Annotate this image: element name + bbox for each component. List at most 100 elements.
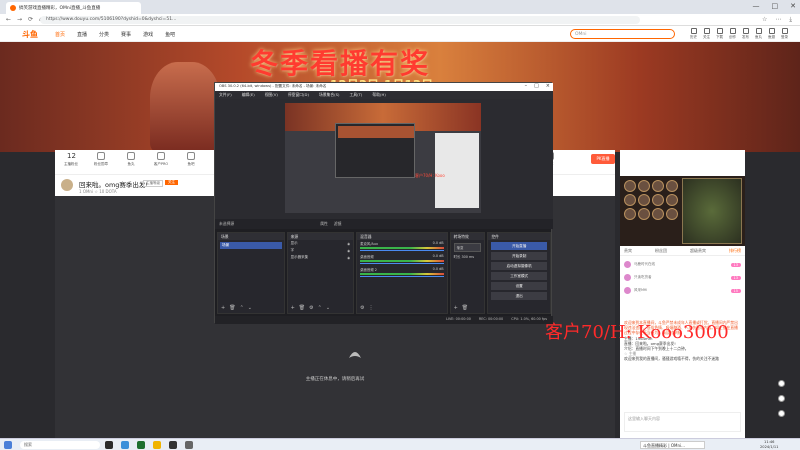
scene-item[interactable]: 场景: [220, 242, 282, 249]
edge-browser-icon[interactable]: [121, 441, 129, 449]
nav-games[interactable]: 游戏: [143, 31, 153, 38]
tab-ranking[interactable]: 排行榜: [729, 248, 741, 254]
tab-super-vip[interactable]: 超级贵宾: [690, 248, 706, 254]
client-pro-button[interactable]: 客户PRO: [151, 152, 171, 167]
minimize-button[interactable]: —: [753, 2, 760, 10]
medal-button[interactable]: 粉丝勋章: [91, 152, 111, 167]
yuwan-task-button[interactable]: 鱼丸: [121, 152, 141, 167]
transition-select[interactable]: 渐变: [453, 243, 482, 252]
taskbar-clock[interactable]: 11:46 2024/1/11: [760, 440, 778, 449]
menu-file[interactable]: 文件(F): [219, 92, 232, 98]
tab-vip[interactable]: 贵宾: [624, 248, 632, 254]
gear-icon[interactable]: ⚙: [309, 305, 313, 311]
volume-slider[interactable]: [360, 276, 444, 277]
start-recording-button[interactable]: 开始录制: [491, 252, 547, 260]
nav-home[interactable]: 首页: [55, 31, 65, 38]
source-row[interactable]: 字 ◉: [288, 247, 354, 254]
nav-live[interactable]: 直播: [77, 31, 87, 38]
exit-button[interactable]: 退出: [491, 292, 547, 300]
nav-events[interactable]: 赛事: [121, 31, 131, 38]
history-button[interactable]: 历史: [690, 28, 697, 40]
source-row[interactable]: 显示器采集 ◉: [288, 254, 354, 261]
download-icon[interactable]: ⤓: [789, 16, 792, 24]
download-button[interactable]: 下载: [716, 28, 723, 40]
menu-scene-collection[interactable]: 场景集合(S): [319, 92, 340, 98]
follow-button[interactable]: 关注: [703, 28, 710, 40]
yuwan-button[interactable]: 鱼丸: [755, 28, 762, 40]
add-icon[interactable]: +: [454, 305, 458, 311]
fans-button[interactable]: 12 主播粉丝: [61, 152, 81, 167]
streamer-avatar[interactable]: [61, 179, 73, 191]
studio-mode-button[interactable]: 工作室模式: [491, 272, 547, 280]
controls-dock: 控件 开始直播 开始录制 启动虚拟摄像机 工作室模式 设置 退出: [487, 232, 551, 314]
back-icon[interactable]: ←: [6, 16, 11, 23]
close-button[interactable]: ✕: [790, 2, 796, 10]
up-icon[interactable]: ⌃: [318, 305, 322, 311]
windows-start-icon[interactable]: [4, 441, 12, 449]
mixer-name: 麦克风/Aux: [360, 242, 378, 246]
scroll-top-icon[interactable]: [778, 410, 785, 417]
filters-button[interactable]: 滤镜: [334, 221, 342, 227]
tab-fanclub[interactable]: 粉丝团: [655, 248, 667, 254]
up-icon[interactable]: ⌃: [240, 305, 244, 311]
menu-view[interactable]: 视图(V): [265, 92, 278, 98]
down-icon[interactable]: ⌄: [326, 305, 330, 311]
yuba-button[interactable]: 鱼吧: [181, 152, 201, 167]
menu-help[interactable]: 帮助(H): [372, 92, 385, 98]
game-thumbnail[interactable]: [620, 176, 745, 246]
taskbar-search[interactable]: 搜索: [20, 441, 100, 449]
settings-button[interactable]: 设置: [491, 282, 547, 290]
task-view-icon[interactable]: [105, 441, 113, 449]
site-logo[interactable]: 斗鱼: [22, 29, 38, 40]
browser-tab[interactable]: 搞笑游戏直播精彩，OMni直播_斗鱼直播: [6, 2, 141, 14]
obs-maximize-button[interactable]: □: [534, 83, 539, 89]
menu-docks[interactable]: 停靠窗口(D): [288, 92, 309, 98]
obs-preview[interactable]: 客户70/H: Kooo: [215, 99, 553, 219]
trash-icon[interactable]: 🗑: [462, 305, 468, 311]
pk-live-button[interactable]: PK直播: [591, 154, 615, 164]
mixer-more-icon[interactable]: ⋮: [369, 305, 374, 311]
yuchi-button[interactable]: 鱼翅: [768, 28, 775, 40]
duration-input[interactable]: 300 ms: [461, 255, 474, 259]
url-input[interactable]: https://www.douyu.com/5106190?dyshid=0&d…: [40, 16, 640, 24]
forward-icon[interactable]: →: [17, 16, 22, 23]
properties-button[interactable]: 属性: [320, 221, 328, 227]
favorite-icon[interactable]: ☆: [762, 16, 767, 24]
obs-icon[interactable]: [169, 441, 177, 449]
mixer-settings-icon[interactable]: ⚙: [360, 305, 364, 311]
create-button[interactable]: 创作: [729, 28, 736, 40]
nav-yuba[interactable]: 鱼吧: [165, 31, 175, 38]
login-button[interactable]: 登录: [781, 28, 788, 40]
file-explorer-icon[interactable]: [153, 441, 161, 449]
visibility-icon[interactable]: ◉: [347, 256, 350, 260]
chrome-icon[interactable]: [137, 441, 145, 449]
reload-icon[interactable]: ⟳: [28, 16, 33, 23]
more-icon[interactable]: ⋯: [775, 16, 781, 24]
trash-icon[interactable]: 🗑: [229, 305, 235, 311]
menu-tools[interactable]: 工具(T): [350, 92, 363, 98]
visibility-icon[interactable]: ◉: [347, 249, 350, 253]
volume-slider[interactable]: [360, 263, 444, 264]
add-icon[interactable]: +: [291, 305, 295, 311]
maximize-button[interactable]: □: [772, 2, 779, 10]
follow-badge-button[interactable]: 关注: [165, 180, 178, 185]
obs-minimize-button[interactable]: –: [525, 83, 528, 89]
taskbar-active-app[interactable]: 斗鱼直播精彩 | OMni...: [640, 441, 705, 449]
chat-input[interactable]: 这里输入聊天内容: [624, 412, 741, 432]
start-streaming-button[interactable]: 开始直播: [491, 242, 547, 250]
visibility-icon[interactable]: ◉: [347, 242, 350, 246]
down-icon[interactable]: ⌄: [248, 305, 252, 311]
app-icon[interactable]: [185, 441, 193, 449]
obs-close-button[interactable]: ×: [546, 83, 550, 89]
volume-slider[interactable]: [360, 250, 444, 251]
nav-category[interactable]: 分类: [99, 31, 109, 38]
search-input[interactable]: OMni: [570, 29, 675, 39]
add-icon[interactable]: +: [221, 305, 225, 311]
source-row[interactable]: 显示 ◉: [288, 240, 354, 247]
feedback-icon[interactable]: [778, 380, 785, 387]
trash-icon[interactable]: 🗑: [299, 305, 305, 311]
virtual-camera-button[interactable]: 启动虚拟摄像机: [491, 262, 547, 270]
publish-button[interactable]: 发布: [742, 28, 749, 40]
settings-icon[interactable]: [778, 395, 785, 402]
menu-edit[interactable]: 编辑(E): [242, 92, 255, 98]
